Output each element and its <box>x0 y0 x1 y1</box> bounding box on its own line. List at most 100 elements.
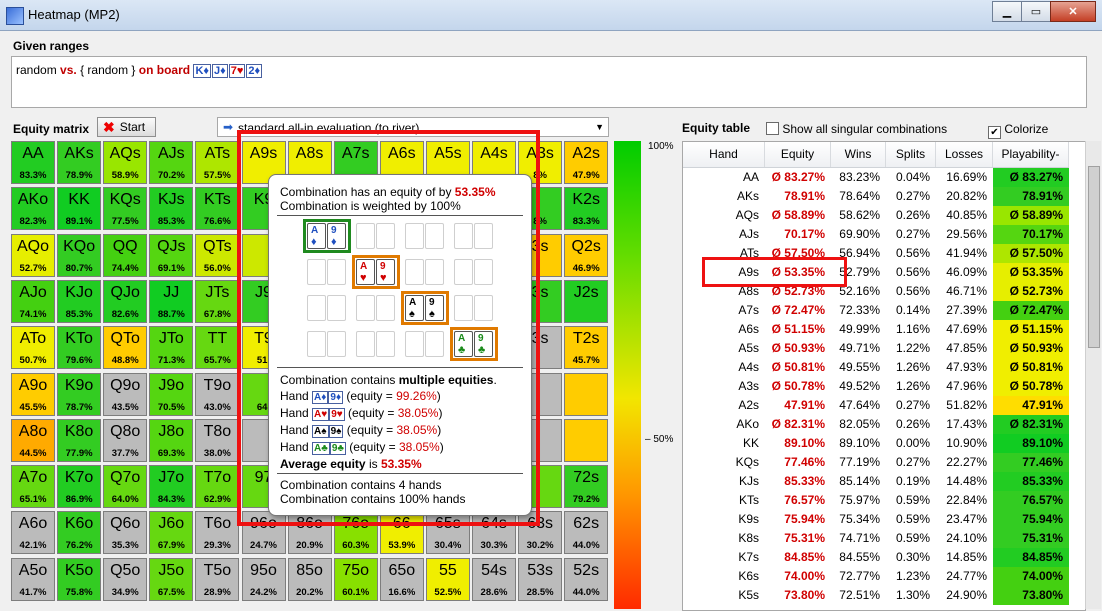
matrix-cell[interactable]: K9o 78.7% <box>57 372 102 416</box>
matrix-cell[interactable]: A7o 65.1% <box>11 465 55 509</box>
matrix-cell[interactable]: 54s 28.6% <box>472 557 516 601</box>
matrix-cell[interactable]: Q7o 64.0% <box>103 465 148 509</box>
table-row[interactable]: AA Ø 83.27% 83.23% 0.04% 16.69% Ø 83.27% <box>683 168 1069 187</box>
matrix-cell[interactable]: Q9o 43.5% <box>103 372 148 416</box>
matrix-cell[interactable]: AA 83.3% <box>11 141 55 184</box>
matrix-cell[interactable] <box>564 418 609 462</box>
matrix-cell[interactable]: J6o 67.9% <box>149 511 194 555</box>
matrix-cell[interactable]: 76o 60.3% <box>333 511 378 555</box>
table-row[interactable]: K5s 73.80% 72.51% 1.30% 24.90% 73.80% <box>683 586 1069 605</box>
matrix-cell[interactable]: 66 53.9% <box>379 511 424 555</box>
matrix-cell[interactable]: Q6o 35.3% <box>103 511 148 555</box>
column-header[interactable]: Hand <box>683 142 765 167</box>
matrix-cell[interactable]: 95o 24.2% <box>241 557 286 601</box>
table-row[interactable]: A2s 47.91% 47.64% 0.27% 51.82% 47.91% <box>683 396 1069 415</box>
close-button[interactable]: ✕ <box>1050 1 1096 22</box>
start-button[interactable]: ✖ Start <box>97 117 156 137</box>
matrix-cell[interactable] <box>564 372 609 416</box>
show-all-box[interactable] <box>766 122 779 135</box>
given-ranges-box[interactable]: random vs. { random } on board K♦ J♦ 7♥ 2♦ <box>11 56 1087 108</box>
matrix-cell[interactable]: 63s 30.2% <box>518 511 563 555</box>
matrix-cell[interactable]: J2s <box>564 279 609 323</box>
scrollbar-thumb[interactable] <box>1088 166 1100 348</box>
matrix-cell[interactable]: 96o 24.7% <box>241 511 286 555</box>
column-header[interactable]: Wins <box>831 142 886 167</box>
column-header[interactable]: Equity <box>765 142 831 167</box>
table-row[interactable]: ATs Ø 57.50% 56.94% 0.56% 41.94% Ø 57.50% <box>683 244 1069 263</box>
matrix-cell[interactable]: KJo 85.3% <box>57 279 102 323</box>
matrix-cell[interactable]: 62s 44.0% <box>564 511 609 555</box>
matrix-cell[interactable]: T8o 38.0% <box>195 418 240 462</box>
table-row[interactable]: A4s Ø 50.81% 49.55% 1.26% 47.93% Ø 50.81% <box>683 358 1069 377</box>
evaluation-select[interactable]: ➡ standard all-in evaluation (to river) … <box>217 117 609 137</box>
table-row[interactable]: KQs 77.46% 77.19% 0.27% 22.27% 77.46% <box>683 453 1069 472</box>
matrix-cell[interactable]: QTs 56.0% <box>195 233 240 277</box>
matrix-cell[interactable]: A8o 44.5% <box>11 418 55 462</box>
matrix-cell[interactable]: AJo 74.1% <box>11 279 55 323</box>
matrix-cell[interactable]: AQo 52.7% <box>11 233 55 277</box>
matrix-cell[interactable]: J8o 69.3% <box>149 418 194 462</box>
table-row[interactable]: KK 89.10% 89.10% 0.00% 10.90% 89.10% <box>683 434 1069 453</box>
matrix-cell[interactable]: 52s 44.0% <box>564 557 609 601</box>
matrix-cell[interactable]: KJs 85.3% <box>149 187 194 231</box>
matrix-cell[interactable]: QQ 74.4% <box>103 233 148 277</box>
matrix-cell[interactable]: 64s 30.3% <box>472 511 516 555</box>
matrix-cell[interactable]: A9o 45.5% <box>11 372 55 416</box>
matrix-cell[interactable]: KTs 76.6% <box>195 187 240 231</box>
matrix-cell[interactable]: 55 52.5% <box>425 557 470 601</box>
table-row[interactable]: K9s 75.94% 75.34% 0.59% 23.47% 75.94% <box>683 510 1069 529</box>
table-row[interactable]: A7s Ø 72.47% 72.33% 0.14% 27.39% Ø 72.47% <box>683 301 1069 320</box>
matrix-cell[interactable]: 75o 60.1% <box>333 557 378 601</box>
matrix-cell[interactable]: ATs 57.5% <box>195 141 240 184</box>
colorize-box[interactable]: ✔ <box>988 126 1001 139</box>
matrix-cell[interactable]: QTo 48.8% <box>103 326 148 370</box>
matrix-cell[interactable]: JTs 67.8% <box>195 279 240 323</box>
minimize-button[interactable]: ▁ <box>992 1 1022 22</box>
matrix-cell[interactable]: K6o 76.2% <box>57 511 102 555</box>
column-header[interactable]: Losses <box>936 142 993 167</box>
matrix-cell[interactable]: K5o 75.8% <box>57 557 102 601</box>
matrix-cell[interactable]: T5o 28.9% <box>195 557 240 601</box>
matrix-cell[interactable]: Q5o 34.9% <box>103 557 148 601</box>
matrix-cell[interactable]: 72s 79.2% <box>564 465 609 509</box>
table-row[interactable]: A5s Ø 50.93% 49.71% 1.22% 47.85% Ø 50.93% <box>683 339 1069 358</box>
table-row[interactable]: K6s 74.00% 72.77% 1.23% 24.77% 74.00% <box>683 567 1069 586</box>
table-row[interactable]: KTs 76.57% 75.97% 0.59% 22.84% 76.57% <box>683 491 1069 510</box>
matrix-cell[interactable]: K7o 86.9% <box>57 465 102 509</box>
matrix-cell[interactable]: Q2s 46.9% <box>564 233 609 277</box>
show-all-checkbox[interactable]: Show all singular combinations <box>766 122 947 136</box>
table-row[interactable]: AJs 70.17% 69.90% 0.27% 29.56% 70.17% <box>683 225 1069 244</box>
table-row[interactable]: AQs Ø 58.89% 58.62% 0.26% 40.85% Ø 58.89% <box>683 206 1069 225</box>
table-row[interactable]: A6s Ø 51.15% 49.99% 1.16% 47.69% Ø 51.15% <box>683 320 1069 339</box>
matrix-cell[interactable]: A6o 42.1% <box>11 511 55 555</box>
colorize-checkbox[interactable]: ✔ Colorize <box>988 122 1048 139</box>
matrix-cell[interactable]: A5o 41.7% <box>11 557 55 601</box>
matrix-cell[interactable]: AKs 78.9% <box>57 141 102 184</box>
column-header[interactable]: Splits <box>886 142 936 167</box>
matrix-cell[interactable]: T7o 62.9% <box>195 465 240 509</box>
column-header[interactable]: Playability-Eq. <box>993 142 1069 186</box>
matrix-cell[interactable]: T9o 43.0% <box>195 372 240 416</box>
matrix-cell[interactable]: K8o 77.9% <box>57 418 102 462</box>
matrix-cell[interactable]: ATo 50.7% <box>11 326 55 370</box>
matrix-cell[interactable]: QJs 69.1% <box>149 233 194 277</box>
matrix-cell[interactable]: 65s 30.4% <box>425 511 470 555</box>
table-row[interactable]: AKo Ø 82.31% 82.05% 0.26% 17.43% Ø 82.31% <box>683 415 1069 434</box>
matrix-cell[interactable]: AKo 82.3% <box>11 187 55 231</box>
matrix-cell[interactable]: KTo 79.6% <box>57 326 102 370</box>
matrix-cell[interactable]: J7o 84.3% <box>149 465 194 509</box>
matrix-cell[interactable]: AJs 70.2% <box>149 141 194 184</box>
matrix-cell[interactable]: 65o 16.6% <box>379 557 424 601</box>
table-row[interactable]: KJs 85.33% 85.14% 0.19% 14.48% 85.33% <box>683 472 1069 491</box>
table-scrollbar[interactable] <box>1085 141 1101 609</box>
matrix-cell[interactable]: KK 89.1% <box>57 187 102 231</box>
table-row[interactable]: K7s 84.85% 84.55% 0.30% 14.85% 84.85% <box>683 548 1069 567</box>
matrix-cell[interactable]: TT 65.7% <box>195 326 240 370</box>
table-row[interactable]: AKs 78.91% 78.64% 0.27% 20.82% 78.91% <box>683 187 1069 206</box>
matrix-cell[interactable]: A2s 47.9% <box>564 141 609 184</box>
table-row[interactable]: A3s Ø 50.78% 49.52% 1.26% 47.96% Ø 50.78% <box>683 377 1069 396</box>
matrix-cell[interactable]: K2s 83.3% <box>564 187 609 231</box>
matrix-cell[interactable]: JTo 71.3% <box>149 326 194 370</box>
table-row[interactable]: K8s 75.31% 74.71% 0.59% 24.10% 75.31% <box>683 529 1069 548</box>
table-row[interactable]: A9s Ø 53.35% 52.79% 0.56% 46.09% Ø 53.35% <box>683 263 1069 282</box>
